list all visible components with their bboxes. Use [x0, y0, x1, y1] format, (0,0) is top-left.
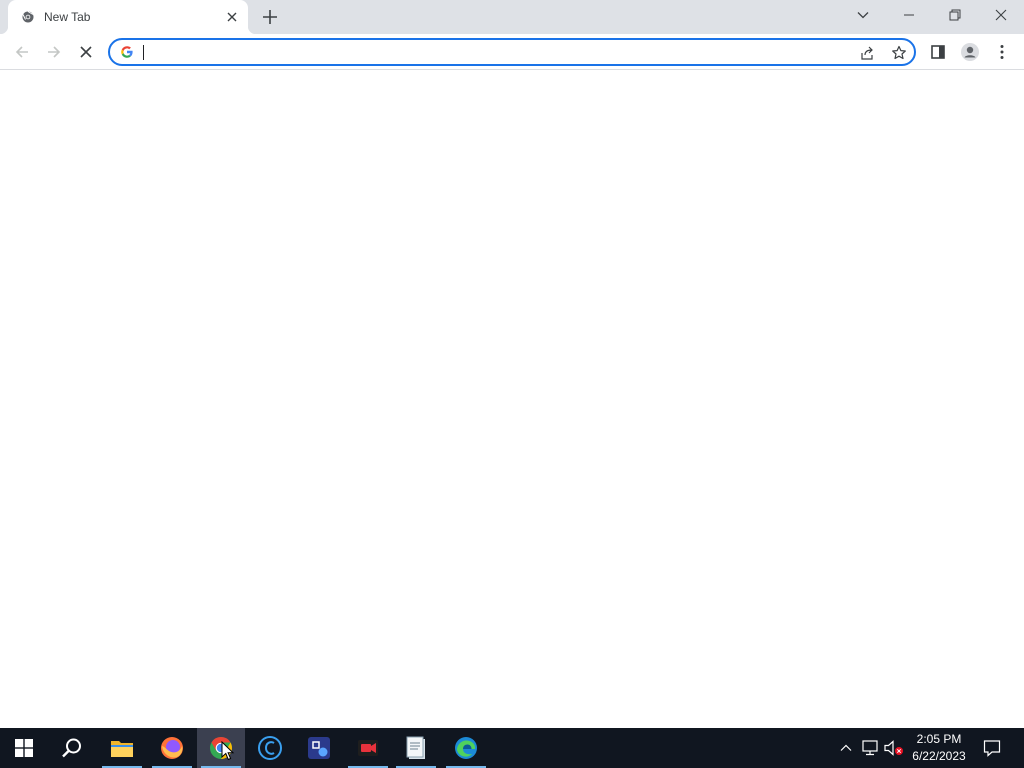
chrome-favicon-icon: [22, 11, 34, 23]
restore-icon: [949, 9, 961, 21]
volume-button[interactable]: [884, 738, 904, 758]
stop-button[interactable]: [74, 40, 98, 64]
show-hidden-icons-button[interactable]: [836, 738, 856, 758]
chevron-up-icon: [840, 744, 852, 751]
back-button[interactable]: [10, 40, 34, 64]
minimize-icon: [904, 14, 914, 16]
share-icon: [861, 46, 873, 60]
start-button[interactable]: [0, 728, 48, 768]
google-g-icon: [121, 46, 133, 58]
taskbar-clock[interactable]: 2:05 PM 6/22/2023: [906, 731, 972, 765]
taskbar: 2:05 PM 6/22/2023: [0, 728, 1024, 768]
folder-icon: [111, 741, 133, 757]
restore-button[interactable]: [932, 0, 978, 30]
tab-new-tab[interactable]: New Tab: [0, 0, 256, 34]
mouse-cursor-icon: [221, 741, 235, 761]
recorder-icon: [358, 740, 378, 756]
taskbar-ccleaner[interactable]: [246, 728, 294, 768]
profile-button[interactable]: [958, 40, 982, 64]
stop-icon: [80, 46, 92, 58]
windows-start-icon: [15, 739, 33, 757]
forward-icon: [48, 46, 61, 58]
tab-title: New Tab: [44, 10, 91, 24]
volume-muted-icon: [884, 740, 903, 756]
menu-button[interactable]: [990, 40, 1014, 64]
menu-kebab-icon: [1000, 45, 1004, 59]
firefox-icon: [161, 737, 183, 759]
side-panel-button[interactable]: [926, 40, 950, 64]
network-button[interactable]: [860, 738, 880, 758]
taskbar-edge[interactable]: [442, 728, 490, 768]
taskbar-firefox[interactable]: [148, 728, 196, 768]
close-window-icon: [995, 9, 1007, 21]
clock-time: 2:05 PM: [916, 732, 962, 746]
back-icon: [15, 46, 28, 58]
taskbar-notepad[interactable]: [392, 728, 440, 768]
app-icon: [308, 737, 330, 759]
close-window-button[interactable]: [978, 0, 1024, 30]
search-icon: [62, 738, 81, 758]
taskbar-file-explorer[interactable]: [98, 728, 146, 768]
bookmark-star-icon: [892, 45, 906, 60]
new-tab-button[interactable]: [260, 7, 280, 27]
notification-icon: [983, 740, 1001, 757]
tab-search-button[interactable]: [840, 0, 886, 30]
address-input[interactable]: [142, 43, 842, 61]
profile-icon: [961, 43, 979, 61]
ccleaner-icon: [258, 736, 282, 760]
notepad-icon: [406, 736, 425, 759]
page-content: [0, 71, 1024, 728]
clock-date: 6/22/2023: [912, 749, 966, 763]
taskbar-app[interactable]: [295, 728, 343, 768]
text-caret: [143, 45, 144, 60]
tab-strip: New Tab: [0, 0, 1024, 34]
side-panel-icon: [931, 45, 945, 59]
omnibox[interactable]: [108, 38, 916, 66]
taskbar-search-button[interactable]: [48, 728, 96, 768]
forward-button[interactable]: [42, 40, 66, 64]
browser-toolbar: [0, 34, 1024, 70]
tab-search-icon: [857, 12, 869, 19]
network-icon: [862, 740, 878, 756]
edge-icon: [455, 737, 477, 759]
taskbar-recorder[interactable]: [344, 728, 392, 768]
tab-close-icon[interactable]: [224, 9, 240, 25]
minimize-button[interactable]: [886, 0, 932, 30]
bookmark-button[interactable]: [890, 44, 908, 62]
share-button[interactable]: [858, 44, 876, 62]
action-center-button[interactable]: [980, 736, 1004, 760]
